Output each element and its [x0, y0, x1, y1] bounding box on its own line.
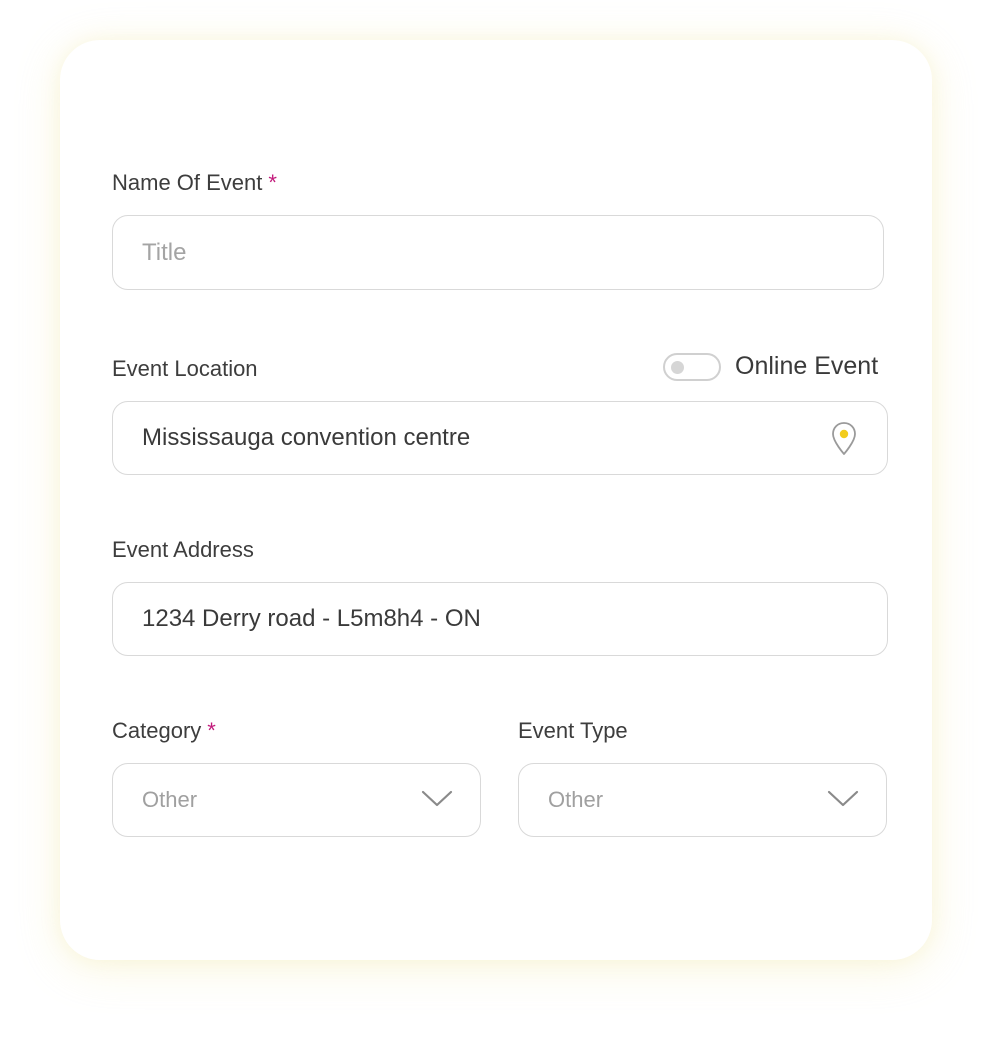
required-asterisk: * — [207, 718, 216, 743]
category-selected-value: Other — [142, 787, 198, 812]
event-address-input[interactable] — [113, 583, 887, 655]
name-of-event-label-text: Name Of Event — [112, 170, 263, 195]
event-type-select[interactable]: Other — [518, 763, 887, 837]
online-event-toggle[interactable] — [663, 353, 721, 381]
event-location-label: Event Location — [112, 356, 258, 381]
chevron-down-icon — [827, 790, 859, 807]
category-label: Category * — [112, 718, 216, 744]
event-title-field[interactable] — [112, 215, 884, 290]
required-asterisk: * — [268, 170, 277, 195]
toggle-knob — [671, 361, 684, 374]
event-title-input[interactable] — [113, 216, 883, 289]
event-address-label: Event Address — [112, 537, 254, 562]
online-event-label: Online Event — [735, 352, 879, 380]
category-select[interactable]: Other — [112, 763, 481, 837]
location-pin-icon[interactable] — [830, 421, 858, 457]
event-location-field[interactable] — [112, 401, 888, 475]
event-location-input[interactable] — [113, 402, 887, 474]
event-form-card: Name Of Event* Event Location Online Eve… — [60, 40, 932, 960]
chevron-down-icon — [421, 790, 453, 807]
category-label-text: Category — [112, 718, 202, 743]
event-type-label: Event Type — [518, 718, 628, 743]
event-address-field[interactable] — [112, 582, 888, 656]
event-type-selected-value: Other — [548, 787, 604, 812]
name-of-event-label: Name Of Event * — [112, 170, 277, 196]
